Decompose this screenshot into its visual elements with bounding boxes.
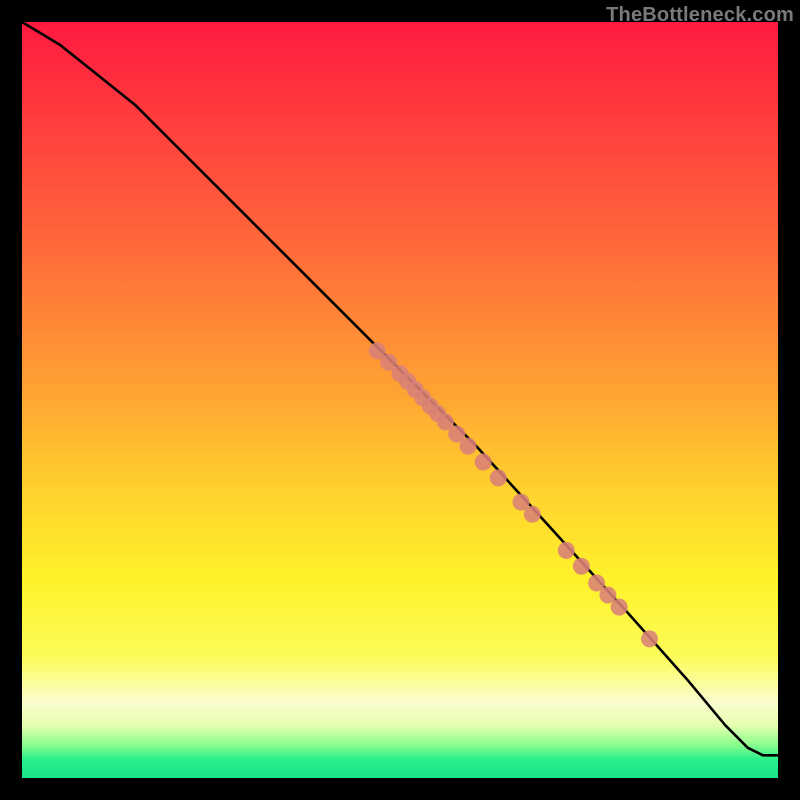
watermark-label: TheBottleneck.com <box>606 4 794 27</box>
chart-stage: TheBottleneck.com <box>0 0 800 800</box>
plot-area <box>22 22 778 778</box>
